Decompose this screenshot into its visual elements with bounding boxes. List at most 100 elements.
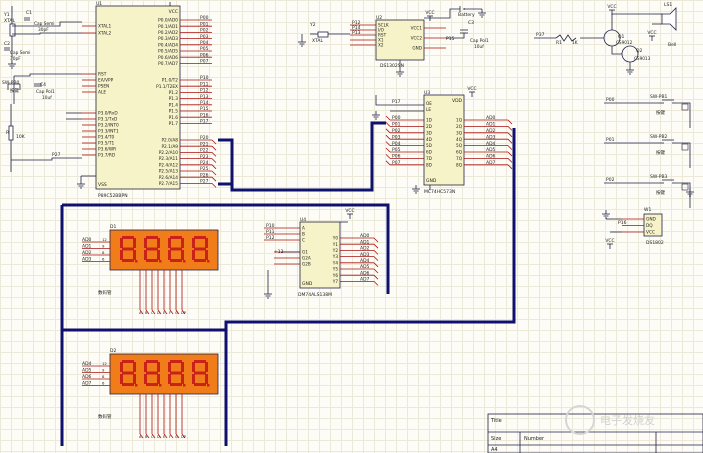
latch-q-pin-name: 4Q [456, 137, 463, 142]
mcu-right-pin-name: P2.7/A15 [159, 181, 179, 187]
mcu-left-pin-name: PSEN [98, 84, 109, 90]
y1-ref: Y1 [3, 12, 10, 18]
net-label: P02 [200, 28, 209, 34]
mcu-right-pin-name: P1.2 [169, 90, 179, 96]
bus-entry [507, 126, 513, 131]
segment [146, 360, 158, 363]
rtc-pin-name: VCC1 [411, 26, 423, 31]
schematic-drawing: U1VCCVSSP89C52BBPNXTAL1XTAL2RSTEA/VPPPSE… [2, 1, 703, 453]
net-label: AD3 [360, 252, 370, 258]
bus-entry [373, 243, 379, 249]
buzzer-wire [611, 13, 652, 30]
net-label: AD7 [486, 160, 496, 166]
mcu-right-pin-name: P1.5 [169, 109, 179, 115]
r-value: 10K [16, 134, 26, 140]
net-label: P10 [200, 75, 209, 81]
net-label: P14 [200, 100, 209, 106]
net-label: AD6 [82, 374, 92, 380]
net-label: AD5 [82, 368, 92, 374]
c2-value: Cap Semi [10, 50, 30, 56]
bus-entry [211, 164, 217, 170]
mcu-right-pin-name: P0.1/AD1 [158, 24, 178, 30]
bus-entry [385, 128, 391, 134]
segment-dp [207, 384, 210, 387]
pin-number: 9 [102, 368, 105, 373]
net-label: P22 [200, 148, 209, 154]
q1-part: CS9012 [616, 40, 633, 45]
net-label: AD5 [486, 147, 496, 153]
vcc-label: VCC [425, 10, 434, 16]
net-label: P04 [392, 141, 401, 147]
net-label: P00 [606, 97, 615, 103]
pin-number: 6 [102, 257, 105, 262]
vcc-label: VCC [467, 86, 476, 92]
c1-ref: C1 [26, 10, 32, 16]
bus-entry [385, 134, 391, 140]
bus-entry [507, 164, 513, 170]
net-label: P00 [200, 15, 209, 21]
decoder-pin-name: Y5 [332, 267, 339, 272]
segment [205, 250, 208, 260]
title-block-size: Size [491, 436, 501, 442]
c2-ref: C2 [4, 41, 10, 47]
bus-line [224, 128, 516, 446]
net-label: AD0 [486, 115, 496, 121]
net-label: AD2 [82, 250, 92, 256]
buzzer-symbol [661, 7, 677, 31]
sensor-pin-name: VCC [646, 230, 655, 236]
c4-ref: C4 [40, 82, 46, 88]
decoder-pin-name: G1 [302, 250, 308, 255]
button-label: 按键 [656, 149, 665, 156]
net-label: AD0 [82, 237, 92, 243]
decoder-pin-name: G2B [302, 262, 311, 267]
display-label: 数码管 [98, 413, 112, 420]
mcu-part: P89C52BBPN [98, 193, 128, 199]
segment [194, 383, 206, 386]
bus-entry [385, 122, 391, 127]
net-label: P26 [200, 172, 209, 178]
y2-ref: Y2 [309, 22, 316, 28]
ls1-ref: LS1 [664, 2, 672, 8]
net-label: AD4 [82, 361, 92, 367]
mcu-right-pin-name: P0.6/AD6 [158, 55, 178, 61]
latch-d-pin-name: 7D [426, 156, 432, 161]
segment [181, 238, 184, 248]
mcu-right-pin-name: P0.0/AD0 [158, 18, 178, 24]
segment [194, 371, 206, 375]
segment [205, 374, 208, 384]
button-ref: SW-PB2 [650, 134, 668, 140]
segment [122, 236, 134, 239]
net-label: P15 [446, 36, 455, 42]
reset-sw-ref: SW-PB0 [2, 80, 20, 86]
schematic-canvas: U1 VCC VSS P89C52BBPN XTAL1 XTAL2 RST EA/VPP PSE… [0, 0, 703, 453]
decoder-gnd: GND [302, 281, 313, 287]
mcu-left-pin-name: P3.5/T1 [98, 141, 114, 147]
pin-number: 9 [102, 244, 105, 249]
crystal-y2 [317, 31, 329, 38]
mcu-left-pin-name: RST [98, 72, 107, 78]
net-label: P07 [392, 160, 401, 166]
net-label: P13 [352, 30, 361, 36]
latch-part: MC74HC573N [424, 189, 455, 195]
latch-gnd: GND [426, 178, 437, 184]
watermark-logo [565, 405, 595, 435]
net-label: P07 [200, 59, 209, 65]
bus-entry [373, 281, 379, 286]
mcu-left-pin-name: P3.6/WR [98, 147, 116, 153]
battery-label: Battery [458, 12, 475, 18]
r1-ref: R1 [556, 40, 562, 46]
net-label: P23 [200, 154, 209, 160]
c4-cap: 10uf [42, 95, 52, 101]
segment [120, 238, 123, 248]
bus-entry [507, 138, 513, 144]
net-label: P00 [392, 115, 401, 121]
rtc-pin-name: VCC2 [411, 36, 423, 41]
mcu-left-pin-name: P3.3/INT1 [98, 129, 119, 135]
net-label: P10 [266, 223, 275, 229]
decoder-pin-name: A [302, 226, 305, 231]
segment [168, 374, 171, 384]
net-label: P15 [200, 106, 209, 112]
segment [192, 250, 195, 260]
latch-vdd: VDD [452, 98, 463, 104]
resistor-r [8, 125, 14, 141]
